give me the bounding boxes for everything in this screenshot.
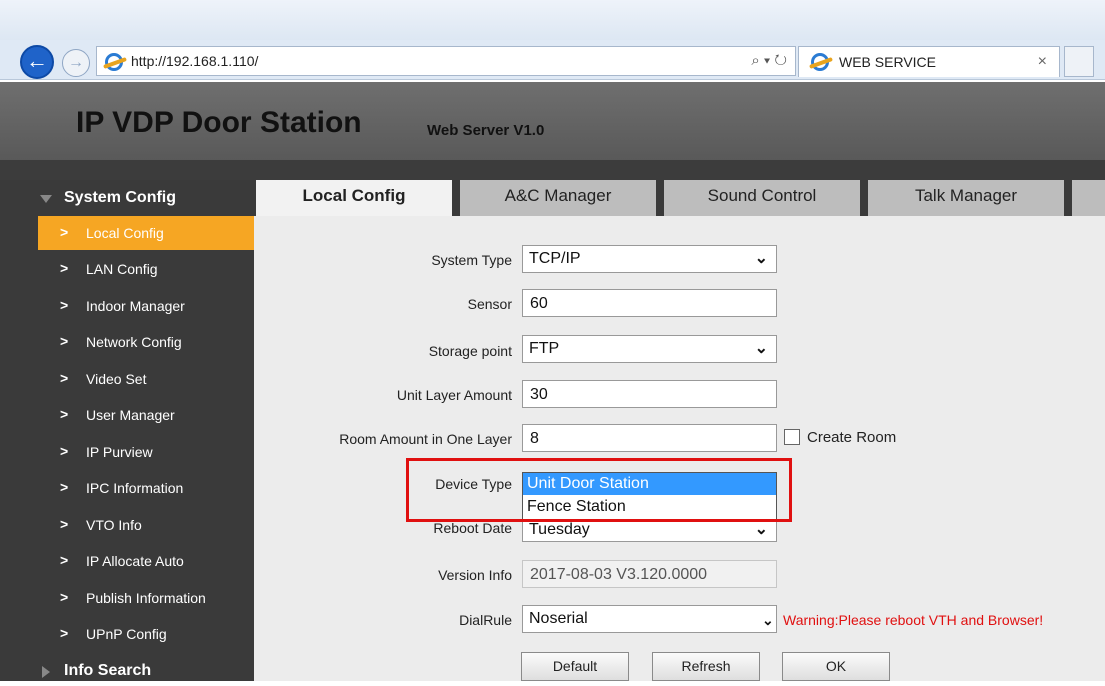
sidebar-item-ip-purview[interactable]: > IP Purview bbox=[38, 435, 254, 469]
tab-more[interactable] bbox=[1072, 180, 1105, 216]
system-type-label: System Type bbox=[431, 252, 512, 268]
browser-tab[interactable]: WEB SERVICE × bbox=[798, 46, 1060, 77]
banner-divider bbox=[0, 160, 1105, 180]
sidebar-item-ip-allocate-auto[interactable]: > IP Allocate Auto bbox=[38, 544, 254, 578]
address-bar[interactable]: http://192.168.1.110/ ⌕ ▾ ↻ bbox=[96, 46, 796, 76]
sidebar-item-vto-info[interactable]: > VTO Info bbox=[38, 508, 254, 542]
sidebar-item-ipc-information[interactable]: > IPC Information bbox=[38, 471, 254, 505]
sidebar-item-indoor-manager[interactable]: > Indoor Manager bbox=[38, 289, 254, 323]
dial-rule-select[interactable]: Noserial bbox=[522, 605, 777, 633]
sidebar-item-label: User Manager bbox=[86, 407, 175, 423]
page-subtitle: Web Server V1.0 bbox=[427, 122, 545, 139]
chevron-right-icon: > bbox=[60, 479, 69, 495]
chevron-right-icon: > bbox=[60, 589, 69, 605]
chevron-right-icon: > bbox=[60, 260, 69, 276]
create-room-checkbox[interactable] bbox=[784, 429, 800, 445]
url-text: http://192.168.1.110/ bbox=[131, 53, 259, 69]
sidebar-item-video-set[interactable]: > Video Set bbox=[38, 362, 254, 396]
room-amount-label: Room Amount in One Layer bbox=[339, 431, 512, 447]
chevron-down-icon: ⌄ bbox=[754, 340, 768, 357]
system-type-select[interactable]: TCP/IP ⌄ bbox=[522, 245, 777, 273]
chevron-right-icon: > bbox=[60, 370, 69, 386]
version-info-label: Version Info bbox=[438, 567, 512, 583]
sidebar-item-label: Publish Information bbox=[86, 590, 206, 606]
tab-title: WEB SERVICE bbox=[839, 54, 936, 70]
search-refresh-icon[interactable]: ⌕ ▾ ↻ bbox=[751, 52, 787, 69]
chevron-down-icon: ⌄ bbox=[754, 521, 768, 538]
tab-local-config[interactable]: Local Config bbox=[256, 180, 456, 216]
sidebar-item-label: Local Config bbox=[86, 225, 164, 241]
chevron-down-icon: ⌄ bbox=[762, 612, 774, 628]
storage-point-select[interactable]: FTP ⌄ bbox=[522, 335, 777, 363]
sidebar-item-lan-config[interactable]: > LAN Config bbox=[38, 252, 254, 286]
version-info-field: 2017-08-03 V3.120.0000 bbox=[522, 560, 777, 588]
highlight-box bbox=[406, 458, 792, 522]
sidebar-item-label: Video Set bbox=[86, 371, 147, 387]
refresh-button[interactable]: Refresh bbox=[652, 652, 760, 681]
sidebar-item-label: Indoor Manager bbox=[86, 298, 185, 314]
reboot-warning: Warning:Please reboot VTH and Browser! bbox=[783, 612, 1044, 628]
back-arrow-icon[interactable]: ← bbox=[20, 45, 54, 79]
browser-titlebar bbox=[0, 0, 1105, 40]
sidebar-item-label: VTO Info bbox=[86, 517, 142, 533]
chevron-right-icon: > bbox=[60, 224, 69, 240]
storage-point-value: FTP bbox=[529, 340, 560, 357]
unit-layer-amount-input[interactable]: 30 bbox=[522, 380, 777, 408]
reboot-date-label: Reboot Date bbox=[433, 520, 512, 536]
sensor-input[interactable]: 60 bbox=[522, 289, 777, 317]
sidebar-item-user-manager[interactable]: > User Manager bbox=[38, 398, 254, 432]
sidebar-item-label: IPC Information bbox=[86, 480, 184, 496]
forward-arrow-icon[interactable]: → bbox=[62, 49, 90, 77]
dial-rule-value: Noserial bbox=[529, 610, 588, 627]
chevron-down-icon: ⌄ bbox=[754, 250, 768, 267]
page-title: IP VDP Door Station bbox=[76, 106, 362, 139]
tab-ac-manager[interactable]: A&C Manager bbox=[460, 180, 660, 216]
chevron-right-icon: > bbox=[60, 443, 69, 459]
storage-point-label: Storage point bbox=[428, 343, 512, 359]
unit-layer-amount-label: Unit Layer Amount bbox=[396, 387, 512, 403]
sidebar-section-info-search[interactable]: Info Search bbox=[0, 658, 254, 686]
system-type-value: TCP/IP bbox=[529, 250, 581, 267]
tab-sound-control[interactable]: Sound Control bbox=[664, 180, 864, 216]
room-amount-input[interactable]: 8 bbox=[522, 424, 777, 452]
collapsed-triangle-icon bbox=[42, 666, 50, 678]
sidebar-item-label: UPnP Config bbox=[86, 626, 167, 642]
reboot-date-value: Tuesday bbox=[529, 521, 590, 538]
create-room-label: Create Room bbox=[807, 429, 897, 446]
chevron-right-icon: > bbox=[60, 552, 69, 568]
default-button[interactable]: Default bbox=[521, 652, 629, 681]
ok-button[interactable]: OK bbox=[782, 652, 890, 681]
close-tab-icon[interactable]: × bbox=[1038, 53, 1047, 71]
sidebar-item-label: Network Config bbox=[86, 334, 182, 350]
chevron-right-icon: > bbox=[60, 333, 69, 349]
sidebar-item-publish-information[interactable]: > Publish Information bbox=[38, 581, 254, 615]
sidebar-item-label: LAN Config bbox=[86, 261, 158, 277]
chevron-right-icon: > bbox=[60, 516, 69, 532]
tab-talk-manager[interactable]: Talk Manager bbox=[868, 180, 1068, 216]
chevron-right-icon: > bbox=[60, 406, 69, 422]
chevron-right-icon: > bbox=[60, 625, 69, 641]
sidebar-item-local-config[interactable]: > Local Config bbox=[38, 216, 254, 250]
sidebar-section-system-config[interactable]: System Config bbox=[0, 184, 254, 216]
tab-ie-icon bbox=[811, 53, 829, 71]
sensor-label: Sensor bbox=[467, 296, 512, 312]
sidebar-section-label: System Config bbox=[64, 189, 177, 206]
sidebar-item-label: IP Purview bbox=[86, 444, 153, 460]
sidebar-item-label: IP Allocate Auto bbox=[86, 553, 184, 569]
sidebar-item-upnp-config[interactable]: > UPnP Config bbox=[38, 617, 254, 651]
expand-triangle-icon bbox=[40, 195, 52, 203]
ie-logo-icon bbox=[105, 53, 123, 71]
dial-rule-label: DialRule bbox=[459, 612, 512, 628]
new-tab-button[interactable] bbox=[1064, 46, 1094, 77]
sidebar-section-label: Info Search bbox=[64, 662, 152, 679]
sidebar-item-network-config[interactable]: > Network Config bbox=[38, 325, 254, 359]
chevron-right-icon: > bbox=[60, 297, 69, 313]
